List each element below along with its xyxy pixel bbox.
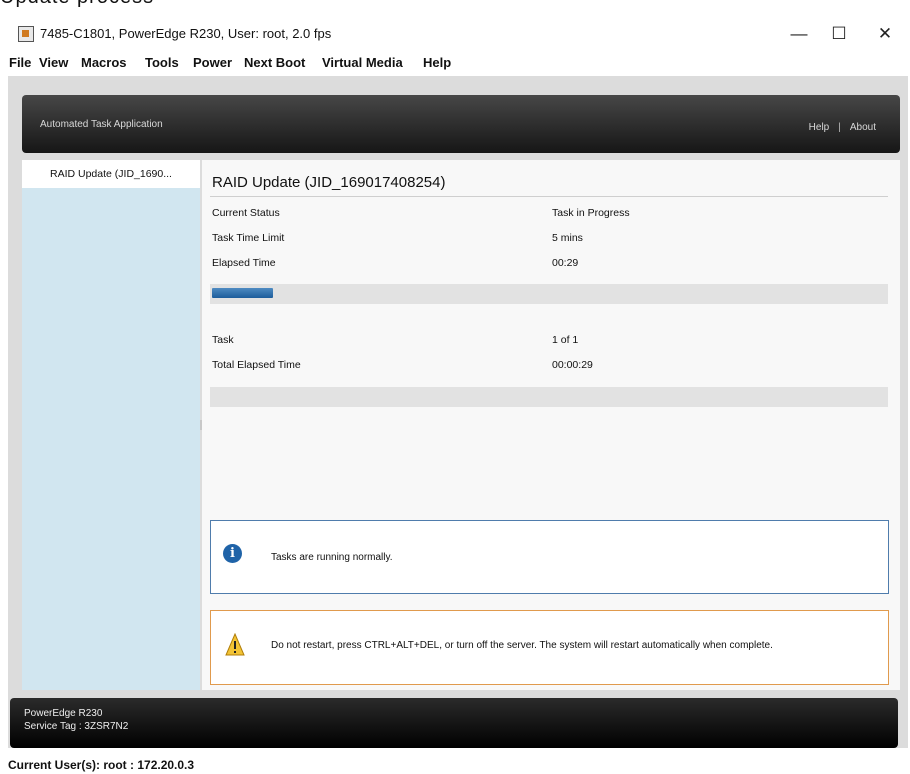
menu-macros[interactable]: Macros (81, 55, 127, 70)
current-status-label: Current Status (212, 207, 280, 219)
task-count-label: Task (212, 334, 234, 346)
time-limit-value: 5 mins (552, 232, 583, 244)
total-elapsed-label: Total Elapsed Time (212, 359, 301, 371)
warning-message-box: Do not restart, press CTRL+ALT+DEL, or t… (210, 610, 889, 685)
task-progress-bar (210, 284, 888, 304)
total-progress-bar (210, 387, 888, 407)
close-button[interactable]: ✕ (870, 22, 900, 46)
title-divider (210, 196, 888, 197)
menu-next-boot[interactable]: Next Boot (244, 55, 305, 70)
info-message: Tasks are running normally. (271, 552, 393, 563)
info-icon: i (223, 544, 242, 563)
warning-icon (225, 633, 245, 656)
help-link[interactable]: Help (809, 122, 830, 133)
time-limit-label: Task Time Limit (212, 232, 285, 244)
menu-file[interactable]: File (9, 55, 31, 70)
menu-virtual-media[interactable]: Virtual Media (322, 55, 403, 70)
app-header: Automated Task Application Help | About (22, 95, 900, 153)
footer-bar: PowerEdge R230 Service Tag : 3ZSR7N2 (10, 698, 898, 748)
menu-help[interactable]: Help (423, 55, 451, 70)
footer-model: PowerEdge R230 (24, 708, 103, 719)
header-separator: | (838, 122, 841, 133)
menu-tools[interactable]: Tools (145, 55, 179, 70)
task-panel: RAID Update (JID_169017408254) Current S… (202, 160, 900, 690)
window-titlebar: 7485-C1801, PowerEdge R230, User: root, … (8, 18, 908, 50)
status-bar: Current User(s): root : 172.20.0.3 (8, 758, 195, 772)
header-links: Help | About (809, 122, 876, 133)
about-link[interactable]: About (850, 122, 876, 133)
app-title: Automated Task Application (40, 119, 163, 130)
warning-message: Do not restart, press CTRL+ALT+DEL, or t… (271, 640, 773, 651)
current-status-value: Task in Progress (552, 207, 630, 219)
info-message-box: i Tasks are running normally. (210, 520, 889, 594)
sidebar-item-raid-update[interactable]: RAID Update (JID_1690... (22, 160, 200, 188)
task-progress-fill (212, 288, 273, 298)
task-title: RAID Update (JID_169017408254) (212, 174, 446, 191)
task-count-value: 1 of 1 (552, 334, 579, 346)
elapsed-time-label: Elapsed Time (212, 257, 276, 269)
footer-service-tag: Service Tag : 3ZSR7N2 (24, 721, 129, 732)
elapsed-time-value: 00:29 (552, 257, 579, 269)
total-elapsed-value: 00:00:29 (552, 359, 593, 371)
java-icon (18, 26, 34, 42)
task-sidebar: RAID Update (JID_1690... (22, 160, 200, 690)
menu-power[interactable]: Power (193, 55, 232, 70)
page-heading-partial: Update process (0, 0, 154, 9)
menu-bar: File View Macros Tools Power Next Boot V… (8, 52, 908, 74)
maximize-button[interactable]: ☐ (824, 22, 854, 46)
minimize-button[interactable]: — (784, 22, 814, 46)
window-title: 7485-C1801, PowerEdge R230, User: root, … (40, 26, 332, 41)
menu-view[interactable]: View (39, 55, 68, 70)
